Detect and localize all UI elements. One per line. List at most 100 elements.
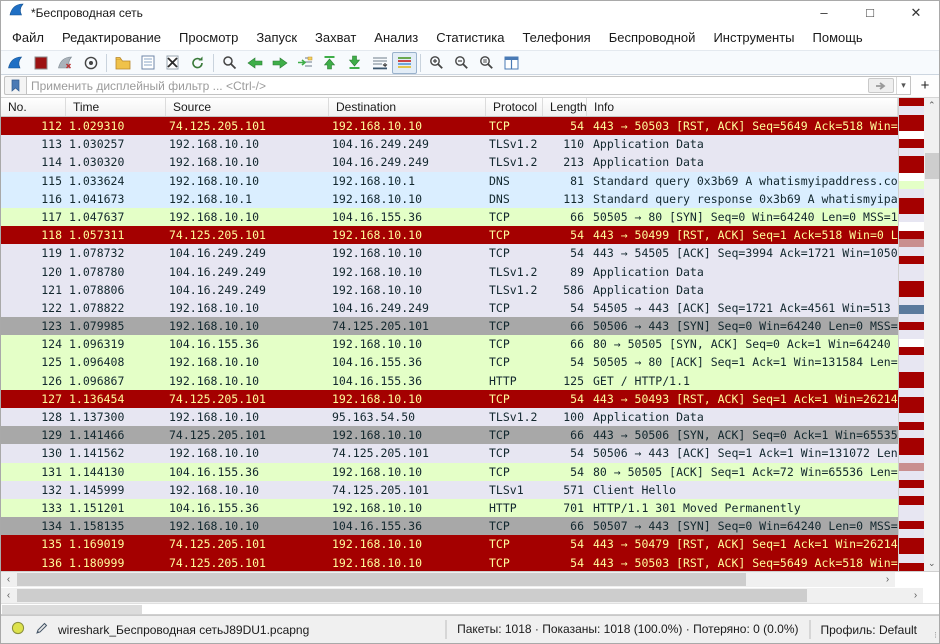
stop-capture-icon[interactable] [28,52,53,74]
cell-time: 1.158135 [66,517,166,535]
save-file-icon[interactable] [135,52,160,74]
hscroll-thumb[interactable] [17,589,807,602]
scroll-down-icon[interactable]: ⌄ [924,556,939,571]
window-title: *Беспроводная сеть [31,6,801,20]
filter-dropdown-caret[interactable]: ▾ [896,77,910,94]
go-to-packet-icon[interactable] [292,52,317,74]
close-file-icon[interactable] [160,52,185,74]
menu-7[interactable]: Телефония [513,26,599,49]
scroll-left-icon[interactable]: ‹ [1,572,16,587]
colorize-packets-icon[interactable] [392,52,417,74]
packet-row[interactable]: 1141.030320192.168.10.10104.16.249.249TL… [1,153,898,171]
cell-info: 54505 → 443 [ACK] Seq=1721 Ack=4561 Win=… [587,299,898,317]
cell-src: 104.16.155.36 [166,463,329,481]
go-previous-packet-icon[interactable] [242,52,267,74]
zoom-out-icon[interactable] [449,52,474,74]
packet-row[interactable]: 1151.033624192.168.10.10192.168.10.1DNS8… [1,172,898,190]
pane-splitter[interactable] [1,603,939,615]
minimize-button[interactable]: – [801,1,847,24]
vertical-scrollbar[interactable]: ⌃ ⌄ [924,98,939,571]
menu-6[interactable]: Статистика [427,26,513,49]
cell-no: 135 [1,535,66,553]
cell-no: 133 [1,499,66,517]
packet-row[interactable]: 1361.18099974.125.205.101192.168.10.10TC… [1,554,898,572]
auto-scroll-icon[interactable] [367,52,392,74]
packet-counts: Пакеты: 1018 · Показаны: 1018 (100.0%) ·… [445,620,810,639]
cell-dst: 192.168.10.10 [329,263,486,281]
packet-minimap[interactable] [898,98,924,571]
scroll-right-icon[interactable]: › [908,588,923,603]
menu-3[interactable]: Запуск [247,26,306,49]
open-file-icon[interactable] [110,52,135,74]
column-header-length[interactable]: Length [543,98,587,116]
packet-row[interactable]: 1331.151201104.16.155.36192.168.10.10HTT… [1,499,898,517]
scroll-up-icon[interactable]: ⌃ [924,98,939,113]
packet-row[interactable]: 1191.078732104.16.249.249192.168.10.10TC… [1,244,898,262]
packet-row[interactable]: 1171.047637192.168.10.10104.16.155.36TCP… [1,208,898,226]
column-header-time[interactable]: Time [66,98,166,116]
packet-row[interactable]: 1251.096408192.168.10.10104.16.155.36TCP… [1,353,898,371]
column-header-destination[interactable]: Destination [329,98,486,116]
find-packet-icon[interactable] [217,52,242,74]
column-header-protocol[interactable]: Protocol [486,98,543,116]
go-last-packet-icon[interactable] [342,52,367,74]
column-header-source[interactable]: Source [166,98,329,116]
display-filter-input[interactable] [27,77,868,94]
apply-filter-button[interactable] [868,78,894,93]
resize-grip[interactable]: ⁝ [927,616,939,643]
column-header-no[interactable]: No. [1,98,66,116]
close-button[interactable]: ✕ [893,1,939,24]
packet-row[interactable]: 1221.078822192.168.10.10104.16.249.249TC… [1,299,898,317]
packet-row[interactable]: 1241.096319104.16.155.36192.168.10.10TCP… [1,335,898,353]
cell-time: 1.151201 [66,499,166,517]
menu-10[interactable]: Помощь [804,26,872,49]
packet-list-hscrollbar[interactable]: ‹ › [1,572,895,587]
menu-8[interactable]: Беспроводной [600,26,705,49]
packet-row[interactable]: 1321.145999192.168.10.1074.125.205.101TL… [1,481,898,499]
capture-options-icon[interactable] [78,52,103,74]
packet-row[interactable]: 1281.137300192.168.10.1095.163.54.50TLSv… [1,408,898,426]
minimap-stripe [899,546,924,554]
filter-bookmark-button[interactable] [4,76,26,95]
restart-capture-icon[interactable] [53,52,78,74]
add-filter-button[interactable]: + [915,76,935,95]
scroll-left-icon[interactable]: ‹ [1,588,16,603]
reload-file-icon[interactable] [185,52,210,74]
menu-5[interactable]: Анализ [365,26,427,49]
menu-4[interactable]: Захват [306,26,365,49]
packet-row[interactable]: 1131.030257192.168.10.10104.16.249.249TL… [1,135,898,153]
secondary-hscrollbar[interactable]: ‹ › [1,588,923,603]
vertical-scroll-thumb[interactable] [925,153,939,179]
packet-row[interactable]: 1261.096867192.168.10.10104.16.155.36HTT… [1,372,898,390]
expert-info-icon[interactable] [11,621,25,638]
packet-row[interactable]: 1181.05731174.125.205.101192.168.10.10TC… [1,226,898,244]
menu-0[interactable]: Файл [3,26,53,49]
zoom-in-icon[interactable] [424,52,449,74]
packet-row[interactable]: 1341.158135192.168.10.10104.16.155.36TCP… [1,517,898,535]
packet-row[interactable]: 1161.041673192.168.10.1192.168.10.10DNS1… [1,190,898,208]
packet-row[interactable]: 1231.079985192.168.10.1074.125.205.101TC… [1,317,898,335]
packet-row[interactable]: 1271.13645474.125.205.101192.168.10.10TC… [1,390,898,408]
menu-9[interactable]: Инструменты [704,26,803,49]
packet-row[interactable]: 1211.078806104.16.249.249192.168.10.10TL… [1,281,898,299]
packet-row[interactable]: 1351.16901974.125.205.101192.168.10.10TC… [1,535,898,553]
start-capture-icon[interactable] [3,52,28,74]
packet-row[interactable]: 1201.078780104.16.249.249192.168.10.10TL… [1,263,898,281]
packet-row[interactable]: 1301.141562192.168.10.1074.125.205.101TC… [1,444,898,462]
go-next-packet-icon[interactable] [267,52,292,74]
packet-row[interactable]: 1121.02931074.125.205.101192.168.10.10TC… [1,117,898,135]
scroll-right-icon[interactable]: › [880,572,895,587]
go-first-packet-icon[interactable] [317,52,342,74]
resize-columns-icon[interactable] [499,52,524,74]
hscroll-thumb[interactable] [17,573,746,586]
column-header-info[interactable]: Info [587,98,898,116]
zoom-normal-icon[interactable] [474,52,499,74]
packet-row[interactable]: 1311.144130104.16.155.36192.168.10.10TCP… [1,463,898,481]
capture-comment-icon[interactable] [35,622,48,638]
maximize-button[interactable]: □ [847,1,893,24]
packet-row[interactable]: 1291.14146674.125.205.101192.168.10.10TC… [1,426,898,444]
menu-1[interactable]: Редактирование [53,26,170,49]
menu-2[interactable]: Просмотр [170,26,247,49]
profile-label[interactable]: Профиль: Default [811,623,928,637]
splitter-handle[interactable] [2,605,142,614]
